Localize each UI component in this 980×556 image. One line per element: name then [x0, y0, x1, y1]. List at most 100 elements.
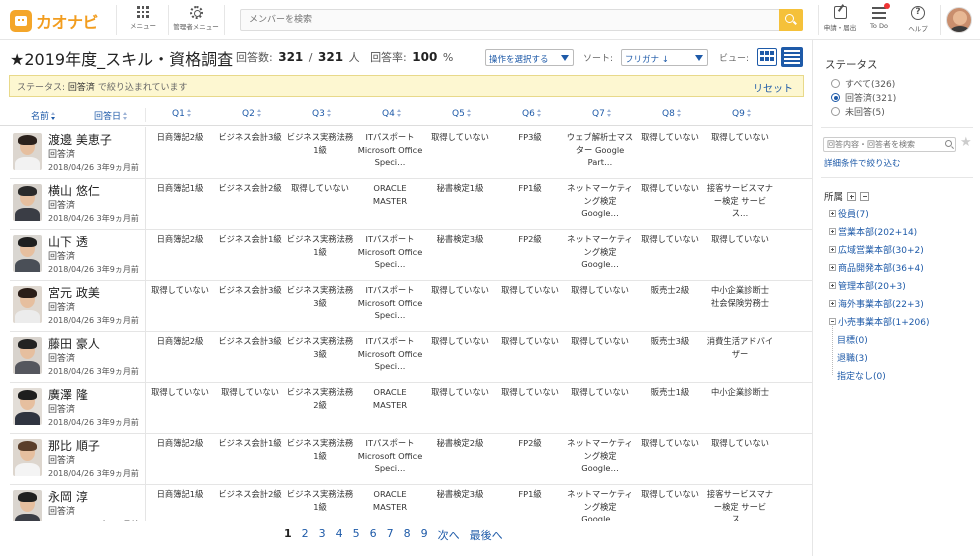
expand-icon[interactable] — [829, 264, 836, 271]
page-link[interactable]: 9 — [421, 527, 428, 543]
column-header-q7[interactable]: Q7 — [592, 109, 612, 119]
sort-select[interactable]: フリガナ ↓ — [621, 49, 708, 66]
column-header-q1[interactable]: Q1 — [172, 109, 192, 119]
member-photo[interactable] — [13, 184, 42, 221]
member-name[interactable]: 那比 順子 — [48, 437, 100, 454]
org-tree-item[interactable]: 目標(0) — [837, 333, 868, 346]
radio-button[interactable] — [831, 79, 840, 88]
member-photo[interactable] — [13, 286, 42, 323]
column-header-q8[interactable]: Q8 — [662, 109, 682, 119]
radio-button[interactable] — [831, 93, 840, 102]
member-name[interactable]: 横山 悠仁 — [48, 182, 100, 199]
favorite-star-icon[interactable]: ★ — [960, 135, 972, 150]
org-tree-label[interactable]: 海外事業本部(22+3) — [838, 297, 924, 310]
org-tree-item[interactable]: 管理本部(20+3) — [829, 279, 906, 292]
help-button[interactable]: ? ヘルプ — [898, 6, 938, 33]
reset-filter-link[interactable]: リセット — [753, 80, 793, 95]
member-name[interactable]: 永岡 淳 — [48, 488, 88, 505]
org-tree-item[interactable]: 退職(3) — [837, 351, 868, 364]
expand-icon[interactable] — [829, 210, 836, 217]
table-row[interactable]: 宮元 政美 回答済 2018/04/26 3年9ヵ月前 取得していない ビジネス会計3級… — [10, 280, 812, 332]
org-tree-label[interactable]: 役員(7) — [838, 207, 869, 220]
status-option[interactable]: 回答済(321) — [831, 91, 896, 104]
page-link[interactable]: 2 — [302, 527, 309, 543]
org-tree-label[interactable]: 目標(0) — [837, 333, 868, 346]
expand-icon[interactable] — [829, 282, 836, 289]
member-name[interactable]: 藤田 豪人 — [48, 335, 100, 352]
sort-icon — [606, 109, 612, 117]
table-row[interactable]: 横山 悠仁 回答済 2018/04/26 3年9ヵ月前 日商簿記1級 ビジネス会計2級取… — [10, 178, 812, 230]
expand-icon[interactable] — [829, 300, 836, 307]
member-name[interactable]: 廣澤 隆 — [48, 386, 88, 403]
operation-select[interactable]: 操作を選択する — [485, 49, 574, 66]
column-header-q3[interactable]: Q3 — [312, 109, 332, 119]
app-logo[interactable]: カオナビ — [10, 9, 99, 33]
answer-search-input[interactable] — [824, 138, 942, 151]
column-header-q5[interactable]: Q5 — [452, 109, 472, 119]
page-link[interactable]: 3 — [319, 527, 326, 543]
org-tree-label[interactable]: 退職(3) — [837, 351, 868, 364]
org-tree-item[interactable]: 役員(7) — [829, 207, 869, 220]
user-avatar[interactable] — [946, 7, 972, 33]
member-name[interactable]: 宮元 政美 — [48, 284, 100, 301]
column-header-q6[interactable]: Q6 — [522, 109, 542, 119]
search-icon[interactable] — [945, 140, 952, 147]
org-tree-label[interactable]: 管理本部(20+3) — [838, 279, 906, 292]
expand-icon[interactable] — [829, 228, 836, 235]
column-header-date[interactable]: 回答日 — [94, 109, 128, 122]
member-photo[interactable] — [13, 235, 42, 272]
page-link[interactable]: 4 — [336, 527, 343, 543]
org-tree-item[interactable]: 指定なし(0) — [837, 369, 886, 382]
table-row[interactable]: 山下 透回答済 2018/04/26 3年9ヵ月前 日商簿記2級 ビジネス会計1級 ビジ… — [10, 229, 812, 281]
org-tree-label[interactable]: 小売事業本部(1+206) — [838, 315, 929, 328]
column-header-q4[interactable]: Q4 — [382, 109, 402, 119]
column-header-q9[interactable]: Q9 — [732, 109, 752, 119]
page-link[interactable]: 7 — [387, 527, 394, 543]
radio-button[interactable] — [831, 107, 840, 116]
menu-button[interactable]: メニュー — [118, 6, 168, 30]
table-row[interactable]: 那比 順子 回答済 2018/04/26 3年9ヵ月前 日商簿記2級 ビジネス会計1級ビ… — [10, 433, 812, 485]
search-button[interactable] — [779, 9, 803, 31]
org-tree-item[interactable]: 広域営業本部(30+2) — [829, 243, 924, 256]
member-photo[interactable] — [13, 490, 42, 521]
member-name[interactable]: 渡邊 美恵子 — [48, 131, 112, 148]
admin-menu-button[interactable]: 管理者メニュー — [171, 6, 221, 31]
page-link[interactable]: 5 — [353, 527, 360, 543]
page-link[interactable]: 1 — [284, 527, 292, 543]
last-page-link[interactable]: 最後へ — [470, 527, 503, 543]
table-row[interactable]: 永岡 淳回答済 2018/04/26 3年9ヵ月前 日商簿記1級 ビジネス会計2級ビジ… — [10, 484, 812, 521]
expand-icon[interactable] — [829, 246, 836, 253]
grid-view-button[interactable] — [757, 48, 777, 66]
column-header-name[interactable]: 名前 — [31, 109, 56, 122]
org-tree-label[interactable]: 指定なし(0) — [837, 369, 886, 382]
org-tree-label[interactable]: 営業本部(202+14) — [838, 225, 917, 238]
expand-all-icon[interactable] — [847, 191, 857, 201]
org-tree-label[interactable]: 商品開発本部(36+4) — [838, 261, 924, 274]
list-view-button[interactable] — [781, 47, 803, 67]
member-photo[interactable] — [13, 439, 42, 476]
todo-button[interactable]: To Do — [859, 3, 899, 30]
table-row[interactable]: 渡邊 美恵子 回答済 2018/04/26 3年9ヵ月前 日商簿記2級 ビジネス会計3級… — [10, 127, 812, 179]
member-photo[interactable] — [13, 337, 42, 374]
collapse-all-icon[interactable] — [860, 191, 870, 201]
member-photo[interactable] — [13, 133, 42, 170]
collapse-icon[interactable] — [829, 318, 836, 325]
status-option[interactable]: 未回答(5) — [831, 105, 885, 118]
table-row[interactable]: 藤田 豪人 回答済 2018/04/26 3年9ヵ月前 日商簿記2級 ビジネス会計3級ビ… — [10, 331, 812, 383]
table-row[interactable]: 廣澤 隆回答済 2018/04/26 3年9ヵ月前 取得していない 取得していない ビジ… — [10, 382, 812, 434]
org-tree-item[interactable]: 海外事業本部(22+3) — [829, 297, 924, 310]
page-link[interactable]: 6 — [370, 527, 377, 543]
org-tree-label[interactable]: 広域営業本部(30+2) — [838, 243, 924, 256]
org-tree-item[interactable]: 営業本部(202+14) — [829, 225, 917, 238]
next-page-link[interactable]: 次へ — [438, 527, 460, 543]
member-photo[interactable] — [13, 388, 42, 425]
org-tree-item[interactable]: 商品開発本部(36+4) — [829, 261, 924, 274]
member-search-input[interactable] — [241, 10, 771, 30]
org-tree-item[interactable]: 小売事業本部(1+206) — [829, 315, 929, 328]
column-header-q2[interactable]: Q2 — [242, 109, 262, 119]
status-option[interactable]: すべて(326) — [831, 77, 895, 90]
request-button[interactable]: 申請・届出 — [820, 6, 860, 32]
advanced-filter-link[interactable]: 詳細条件で絞り込む — [824, 157, 901, 169]
page-link[interactable]: 8 — [404, 527, 411, 543]
member-name[interactable]: 山下 透 — [48, 233, 88, 250]
